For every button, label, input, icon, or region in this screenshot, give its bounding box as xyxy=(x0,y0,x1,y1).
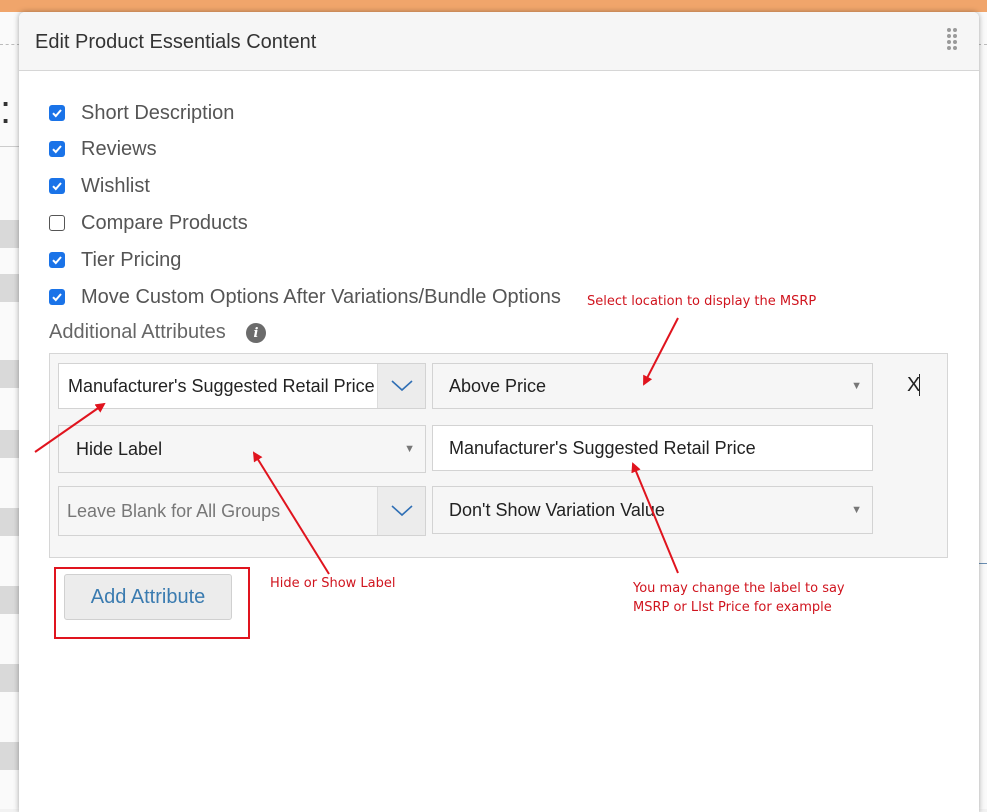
reviews-label: Reviews xyxy=(81,137,157,160)
dropdown-arrow-icon: ▼ xyxy=(404,443,415,455)
tier-pricing-checkbox[interactable] xyxy=(49,252,65,268)
background-stripe xyxy=(0,508,20,536)
reviews-checkbox[interactable] xyxy=(49,141,65,157)
background-top-bar xyxy=(0,0,987,12)
background-stripe xyxy=(0,664,20,692)
label-display-value: Hide Label xyxy=(76,438,163,459)
short-description-label: Short Description xyxy=(81,101,235,124)
background-stripe xyxy=(0,430,20,458)
variation-select-value: Don't Show Variation Value xyxy=(449,499,665,520)
background-divider-right xyxy=(978,44,987,45)
move-custom-options-checkbox[interactable] xyxy=(49,289,65,305)
edit-product-essentials-modal: Edit Product Essentials Content Short De… xyxy=(19,12,979,812)
drag-handle-icon[interactable] xyxy=(947,28,957,50)
option-wishlist[interactable]: Wishlist xyxy=(49,173,150,199)
customer-groups-placeholder: Leave Blank for All Groups xyxy=(67,500,281,521)
position-select-value: Above Price xyxy=(449,375,547,396)
annotation-change-label-line1: You may change the label to say xyxy=(633,581,845,596)
position-select[interactable]: Above Price ▼ xyxy=(432,363,873,409)
background-stripe xyxy=(0,274,20,302)
compare-products-label: Compare Products xyxy=(81,211,248,234)
modal-title: Edit Product Essentials Content xyxy=(35,31,317,53)
wishlist-label: Wishlist xyxy=(81,174,150,197)
attribute-select[interactable]: Manufacturer's Suggested Retail Price xyxy=(58,363,426,409)
annotation-hide-show-label: Hide or Show Label xyxy=(270,576,396,591)
option-reviews[interactable]: Reviews xyxy=(49,136,157,162)
customer-groups-select[interactable]: Leave Blank for All Groups xyxy=(58,486,426,536)
label-text-value: Manufacturer's Suggested Retail Price xyxy=(449,437,756,458)
tier-pricing-label: Tier Pricing xyxy=(81,248,182,271)
dropdown-arrow-icon: ▼ xyxy=(851,380,862,392)
background-stripe xyxy=(0,586,20,614)
additional-attributes-label: Additional Attributes xyxy=(49,321,226,343)
text-cursor xyxy=(919,374,920,396)
info-icon[interactable]: i xyxy=(246,323,266,343)
background-stripe xyxy=(0,742,20,770)
label-display-select[interactable]: Hide Label ▼ xyxy=(58,425,426,473)
attribute-select-value: Manufacturer's Suggested Retail Price xyxy=(68,375,375,396)
background-rule xyxy=(0,146,20,147)
option-compare-products[interactable]: Compare Products xyxy=(49,210,248,236)
modal-header[interactable]: Edit Product Essentials Content xyxy=(19,12,979,71)
annotation-msrp-location: Select location to display the MSRP xyxy=(587,294,817,309)
compare-products-checkbox[interactable] xyxy=(49,215,65,231)
option-move-custom-options[interactable]: Move Custom Options After Variations/Bun… xyxy=(49,284,561,310)
annotation-change-label-line2: MSRP or LIst Price for example xyxy=(633,600,832,615)
option-short-description[interactable]: Short Description xyxy=(49,100,234,126)
move-custom-options-label: Move Custom Options After Variations/Bun… xyxy=(81,285,561,308)
chevron-down-icon[interactable] xyxy=(377,487,425,535)
wishlist-checkbox[interactable] xyxy=(49,178,65,194)
dropdown-arrow-icon: ▼ xyxy=(851,504,862,516)
background-glyph: : xyxy=(0,88,12,132)
add-attribute-button[interactable]: Add Attribute xyxy=(64,574,232,620)
chevron-down-icon[interactable] xyxy=(377,364,425,408)
label-text-input[interactable]: Manufacturer's Suggested Retail Price xyxy=(432,425,873,471)
variation-select[interactable]: Don't Show Variation Value ▼ xyxy=(432,486,873,534)
option-tier-pricing[interactable]: Tier Pricing xyxy=(49,247,181,273)
background-stripe xyxy=(0,220,20,248)
background-divider xyxy=(0,44,20,45)
background-stripe xyxy=(0,360,20,388)
background-rule-blue xyxy=(978,563,987,564)
short-description-checkbox[interactable] xyxy=(49,105,65,121)
